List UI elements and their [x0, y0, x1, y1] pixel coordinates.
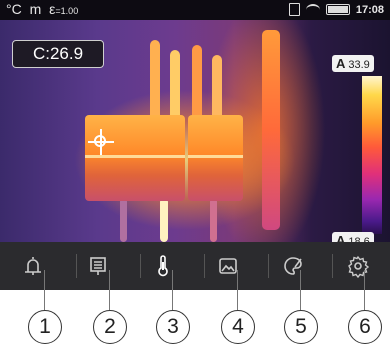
- scale-max-value: 33.9: [348, 59, 370, 71]
- callout-leader: [172, 270, 173, 310]
- palette-button[interactable]: [273, 246, 313, 286]
- emissivity-value: =1.00: [55, 6, 79, 16]
- cable: [170, 50, 180, 120]
- alarm-button[interactable]: [13, 246, 53, 286]
- callout-leader: [364, 270, 365, 310]
- thermometer-icon: [157, 255, 168, 277]
- scale-max-label[interactable]: A 33.9: [332, 55, 374, 72]
- callout-number: 3: [156, 310, 190, 344]
- cable: [262, 30, 280, 230]
- mode-glyph: m: [29, 1, 42, 17]
- toolbar-divider: [268, 254, 269, 278]
- gallery-button[interactable]: [208, 246, 248, 286]
- breaker-block: [85, 115, 185, 201]
- callout-leader: [44, 270, 45, 310]
- breaker-block: [188, 115, 243, 201]
- measure-button[interactable]: [143, 246, 183, 286]
- callout-number: 1: [28, 310, 62, 344]
- menu-list-icon: [89, 257, 106, 275]
- unit-label: °C: [6, 1, 22, 17]
- wifi-icon: [305, 3, 320, 16]
- center-temperature-readout: C:26.9: [12, 40, 104, 68]
- settings-button[interactable]: [338, 246, 378, 286]
- callout-number: 6: [348, 310, 382, 344]
- status-right: 17:08: [288, 3, 384, 16]
- image-icon: [218, 258, 237, 274]
- cable: [192, 45, 202, 120]
- cable: [160, 198, 168, 242]
- toolbar-divider: [332, 254, 333, 278]
- temperature-color-scale: [362, 76, 382, 234]
- callout-number: 5: [284, 310, 318, 344]
- callout-number: 2: [93, 310, 127, 344]
- status-left: °C m ε=1.00: [6, 1, 78, 17]
- clock: 17:08: [355, 3, 384, 16]
- crosshair-icon: [88, 129, 114, 155]
- callout-leader: [300, 270, 301, 310]
- cable: [210, 198, 217, 242]
- callout-leader: [109, 270, 110, 310]
- cable: [120, 198, 127, 242]
- cable: [150, 40, 160, 120]
- toolbar-divider: [76, 254, 77, 278]
- battery-icon: [325, 4, 350, 15]
- callout-number: 4: [221, 310, 255, 344]
- menu-button[interactable]: [78, 246, 118, 286]
- gear-icon: [347, 255, 369, 278]
- cable: [212, 55, 222, 120]
- auto-marker: A: [336, 56, 346, 71]
- callout-leader: [237, 270, 238, 310]
- sd-card-icon: [288, 3, 300, 16]
- bell-icon: [24, 257, 41, 275]
- status-bar: °C m ε=1.00 17:08: [0, 0, 390, 20]
- toolbar-divider: [204, 254, 205, 278]
- thermal-camera-screen: °C m ε=1.00 17:08 C:26.9 A33.9 A18.6: [0, 0, 390, 290]
- toolbar-divider: [140, 254, 141, 278]
